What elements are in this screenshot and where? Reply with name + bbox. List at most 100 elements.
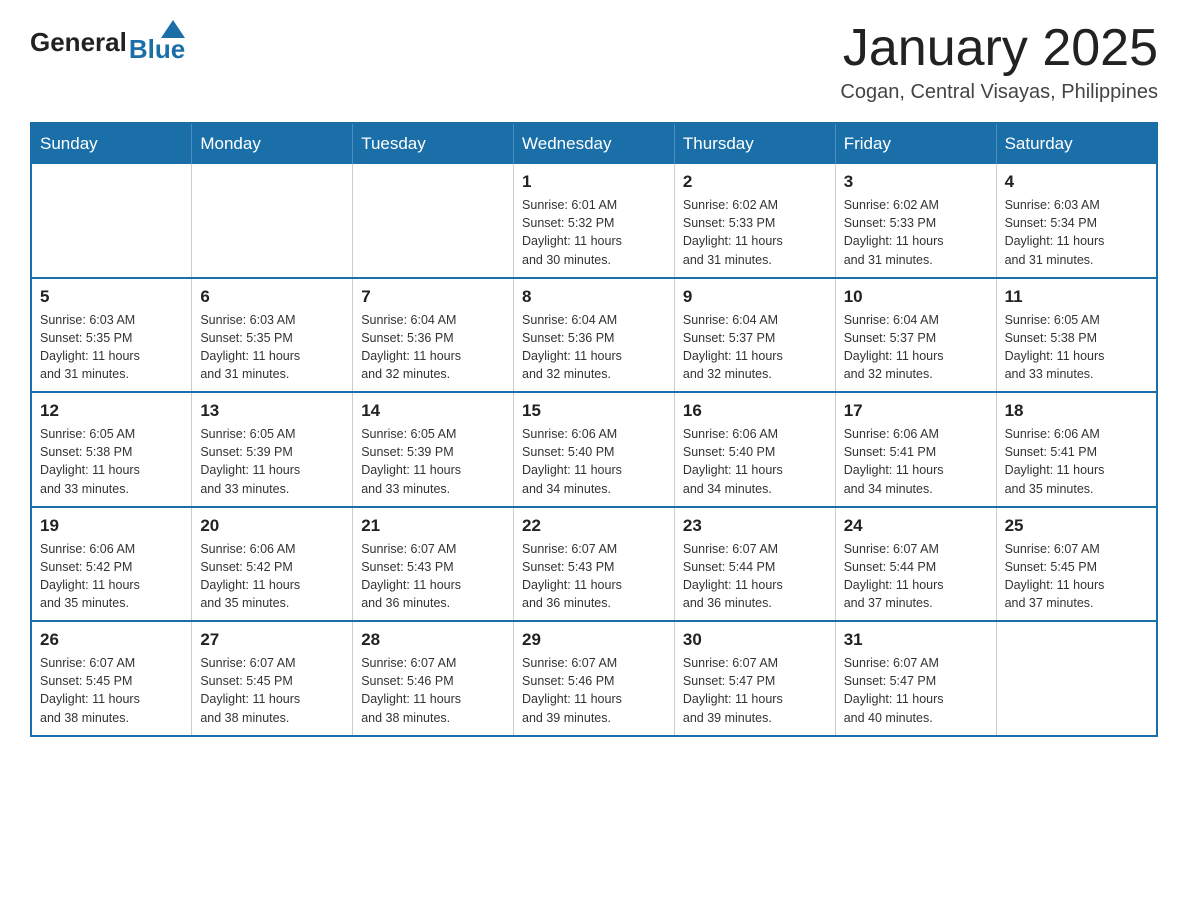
- calendar-day: 6Sunrise: 6:03 AMSunset: 5:35 PMDaylight…: [192, 278, 353, 393]
- calendar-day: 16 Sunrise: 6:06 AMSunset: 5:40 PMDayligh…: [674, 392, 835, 507]
- day-info: Sunrise: 6:06 AMSunset: 5:42 PMDaylight:…: [200, 540, 344, 613]
- calendar-day: 28Sunrise: 6:07 AMSunset: 5:46 PMDayligh…: [353, 621, 514, 736]
- day-info: Sunrise: 6:04 AMSunset: 5:37 PMDaylight:…: [683, 311, 827, 384]
- day-number: 8: [522, 287, 666, 307]
- calendar-day: 24 Sunrise: 6:07 AMSunset: 5:44 PMDayligh…: [835, 507, 996, 622]
- calendar-day: 22 Sunrise: 6:07 AMSunset: 5:43 PMDayligh…: [514, 507, 675, 622]
- day-number: 30: [683, 630, 827, 650]
- day-info: Sunrise: 6:06 AMSunset: 5:40 PMDaylight:…: [683, 425, 827, 498]
- calendar-header-row: SundayMondayTuesdayWednesdayThursdayFrid…: [31, 123, 1157, 164]
- day-number: 17: [844, 401, 988, 421]
- calendar-header-wednesday: Wednesday: [514, 123, 675, 164]
- day-info: Sunrise: 6:07 AMSunset: 5:45 PMDaylight:…: [200, 654, 344, 727]
- calendar-day: 13 Sunrise: 6:05 AMSunset: 5:39 PMDayligh…: [192, 392, 353, 507]
- calendar-day: 27Sunrise: 6:07 AMSunset: 5:45 PMDayligh…: [192, 621, 353, 736]
- day-info: Sunrise: 6:07 AMSunset: 5:44 PMDaylight:…: [683, 540, 827, 613]
- day-number: 24: [844, 516, 988, 536]
- calendar-day: 17Sunrise: 6:06 AMSunset: 5:41 PMDayligh…: [835, 392, 996, 507]
- day-info: Sunrise: 6:05 AMSunset: 5:39 PMDaylight:…: [200, 425, 344, 498]
- calendar-day: 2 Sunrise: 6:02 AMSunset: 5:33 PMDaylight…: [674, 164, 835, 278]
- day-info: Sunrise: 6:05 AMSunset: 5:38 PMDaylight:…: [40, 425, 183, 498]
- calendar-day: 23 Sunrise: 6:07 AMSunset: 5:44 PMDayligh…: [674, 507, 835, 622]
- day-number: 10: [844, 287, 988, 307]
- day-info: Sunrise: 6:07 AMSunset: 5:43 PMDaylight:…: [522, 540, 666, 613]
- day-number: 11: [1005, 287, 1148, 307]
- calendar-header-tuesday: Tuesday: [353, 123, 514, 164]
- day-number: 7: [361, 287, 505, 307]
- calendar-header-thursday: Thursday: [674, 123, 835, 164]
- calendar-day: 20Sunrise: 6:06 AMSunset: 5:42 PMDayligh…: [192, 507, 353, 622]
- day-info: Sunrise: 6:02 AMSunset: 5:33 PMDaylight:…: [683, 196, 827, 269]
- day-info: Sunrise: 6:07 AMSunset: 5:44 PMDaylight:…: [844, 540, 988, 613]
- day-info: Sunrise: 6:06 AMSunset: 5:41 PMDaylight:…: [1005, 425, 1148, 498]
- calendar-day: 4Sunrise: 6:03 AMSunset: 5:34 PMDaylight…: [996, 164, 1157, 278]
- logo: General Blue: [30, 20, 185, 65]
- calendar-day: 30 Sunrise: 6:07 AMSunset: 5:47 PMDayligh…: [674, 621, 835, 736]
- calendar-header-saturday: Saturday: [996, 123, 1157, 164]
- calendar-day: 9 Sunrise: 6:04 AMSunset: 5:37 PMDaylight…: [674, 278, 835, 393]
- day-info: Sunrise: 6:01 AMSunset: 5:32 PMDaylight:…: [522, 196, 666, 269]
- calendar-day: 21 Sunrise: 6:07 AMSunset: 5:43 PMDayligh…: [353, 507, 514, 622]
- day-number: 14: [361, 401, 505, 421]
- calendar-day: 5 Sunrise: 6:03 AMSunset: 5:35 PMDaylight…: [31, 278, 192, 393]
- day-number: 18: [1005, 401, 1148, 421]
- calendar-table: SundayMondayTuesdayWednesdayThursdayFrid…: [30, 122, 1158, 737]
- day-number: 22: [522, 516, 666, 536]
- logo-blue-text: Blue: [129, 34, 185, 65]
- day-info: Sunrise: 6:06 AMSunset: 5:40 PMDaylight:…: [522, 425, 666, 498]
- logo-general-text: General: [30, 27, 127, 58]
- day-number: 15: [522, 401, 666, 421]
- day-info: Sunrise: 6:04 AMSunset: 5:36 PMDaylight:…: [361, 311, 505, 384]
- day-info: Sunrise: 6:05 AMSunset: 5:39 PMDaylight:…: [361, 425, 505, 498]
- day-number: 5: [40, 287, 183, 307]
- day-number: 3: [844, 172, 988, 192]
- calendar-day: 31 Sunrise: 6:07 AMSunset: 5:47 PMDayligh…: [835, 621, 996, 736]
- day-number: 19: [40, 516, 183, 536]
- calendar-week-4: 19 Sunrise: 6:06 AMSunset: 5:42 PMDayligh…: [31, 507, 1157, 622]
- day-number: 31: [844, 630, 988, 650]
- day-number: 2: [683, 172, 827, 192]
- day-info: Sunrise: 6:03 AMSunset: 5:34 PMDaylight:…: [1005, 196, 1148, 269]
- calendar-day: 3Sunrise: 6:02 AMSunset: 5:33 PMDaylight…: [835, 164, 996, 278]
- day-info: Sunrise: 6:07 AMSunset: 5:47 PMDaylight:…: [844, 654, 988, 727]
- day-number: 9: [683, 287, 827, 307]
- day-info: Sunrise: 6:06 AMSunset: 5:42 PMDaylight:…: [40, 540, 183, 613]
- day-number: 29: [522, 630, 666, 650]
- day-number: 23: [683, 516, 827, 536]
- calendar-day: 1 Sunrise: 6:01 AMSunset: 5:32 PMDaylight…: [514, 164, 675, 278]
- month-title: January 2025: [840, 20, 1158, 77]
- day-info: Sunrise: 6:07 AMSunset: 5:45 PMDaylight:…: [40, 654, 183, 727]
- calendar-header-monday: Monday: [192, 123, 353, 164]
- calendar-week-5: 26 Sunrise: 6:07 AMSunset: 5:45 PMDayligh…: [31, 621, 1157, 736]
- calendar-day: 26 Sunrise: 6:07 AMSunset: 5:45 PMDayligh…: [31, 621, 192, 736]
- location-text: Cogan, Central Visayas, Philippines: [840, 81, 1158, 104]
- calendar-day: 10Sunrise: 6:04 AMSunset: 5:37 PMDayligh…: [835, 278, 996, 393]
- calendar-week-1: 1 Sunrise: 6:01 AMSunset: 5:32 PMDaylight…: [31, 164, 1157, 278]
- title-section: January 2025 Cogan, Central Visayas, Phi…: [840, 20, 1158, 104]
- day-info: Sunrise: 6:07 AMSunset: 5:47 PMDaylight:…: [683, 654, 827, 727]
- day-info: Sunrise: 6:07 AMSunset: 5:43 PMDaylight:…: [361, 540, 505, 613]
- calendar-week-3: 12Sunrise: 6:05 AMSunset: 5:38 PMDayligh…: [31, 392, 1157, 507]
- page-header: General Blue January 2025 Cogan, Central…: [30, 20, 1158, 104]
- calendar-week-2: 5 Sunrise: 6:03 AMSunset: 5:35 PMDaylight…: [31, 278, 1157, 393]
- calendar-day: [192, 164, 353, 278]
- calendar-header-sunday: Sunday: [31, 123, 192, 164]
- day-info: Sunrise: 6:07 AMSunset: 5:45 PMDaylight:…: [1005, 540, 1148, 613]
- calendar-day: 7 Sunrise: 6:04 AMSunset: 5:36 PMDaylight…: [353, 278, 514, 393]
- day-number: 16: [683, 401, 827, 421]
- calendar-day: [31, 164, 192, 278]
- day-number: 26: [40, 630, 183, 650]
- calendar-day: 29 Sunrise: 6:07 AMSunset: 5:46 PMDayligh…: [514, 621, 675, 736]
- day-number: 25: [1005, 516, 1148, 536]
- calendar-day: 15 Sunrise: 6:06 AMSunset: 5:40 PMDayligh…: [514, 392, 675, 507]
- calendar-day: 18 Sunrise: 6:06 AMSunset: 5:41 PMDayligh…: [996, 392, 1157, 507]
- day-info: Sunrise: 6:07 AMSunset: 5:46 PMDaylight:…: [522, 654, 666, 727]
- day-info: Sunrise: 6:04 AMSunset: 5:36 PMDaylight:…: [522, 311, 666, 384]
- day-number: 1: [522, 172, 666, 192]
- calendar-day: [353, 164, 514, 278]
- day-number: 13: [200, 401, 344, 421]
- day-number: 21: [361, 516, 505, 536]
- calendar-day: 11Sunrise: 6:05 AMSunset: 5:38 PMDayligh…: [996, 278, 1157, 393]
- day-info: Sunrise: 6:03 AMSunset: 5:35 PMDaylight:…: [40, 311, 183, 384]
- day-info: Sunrise: 6:07 AMSunset: 5:46 PMDaylight:…: [361, 654, 505, 727]
